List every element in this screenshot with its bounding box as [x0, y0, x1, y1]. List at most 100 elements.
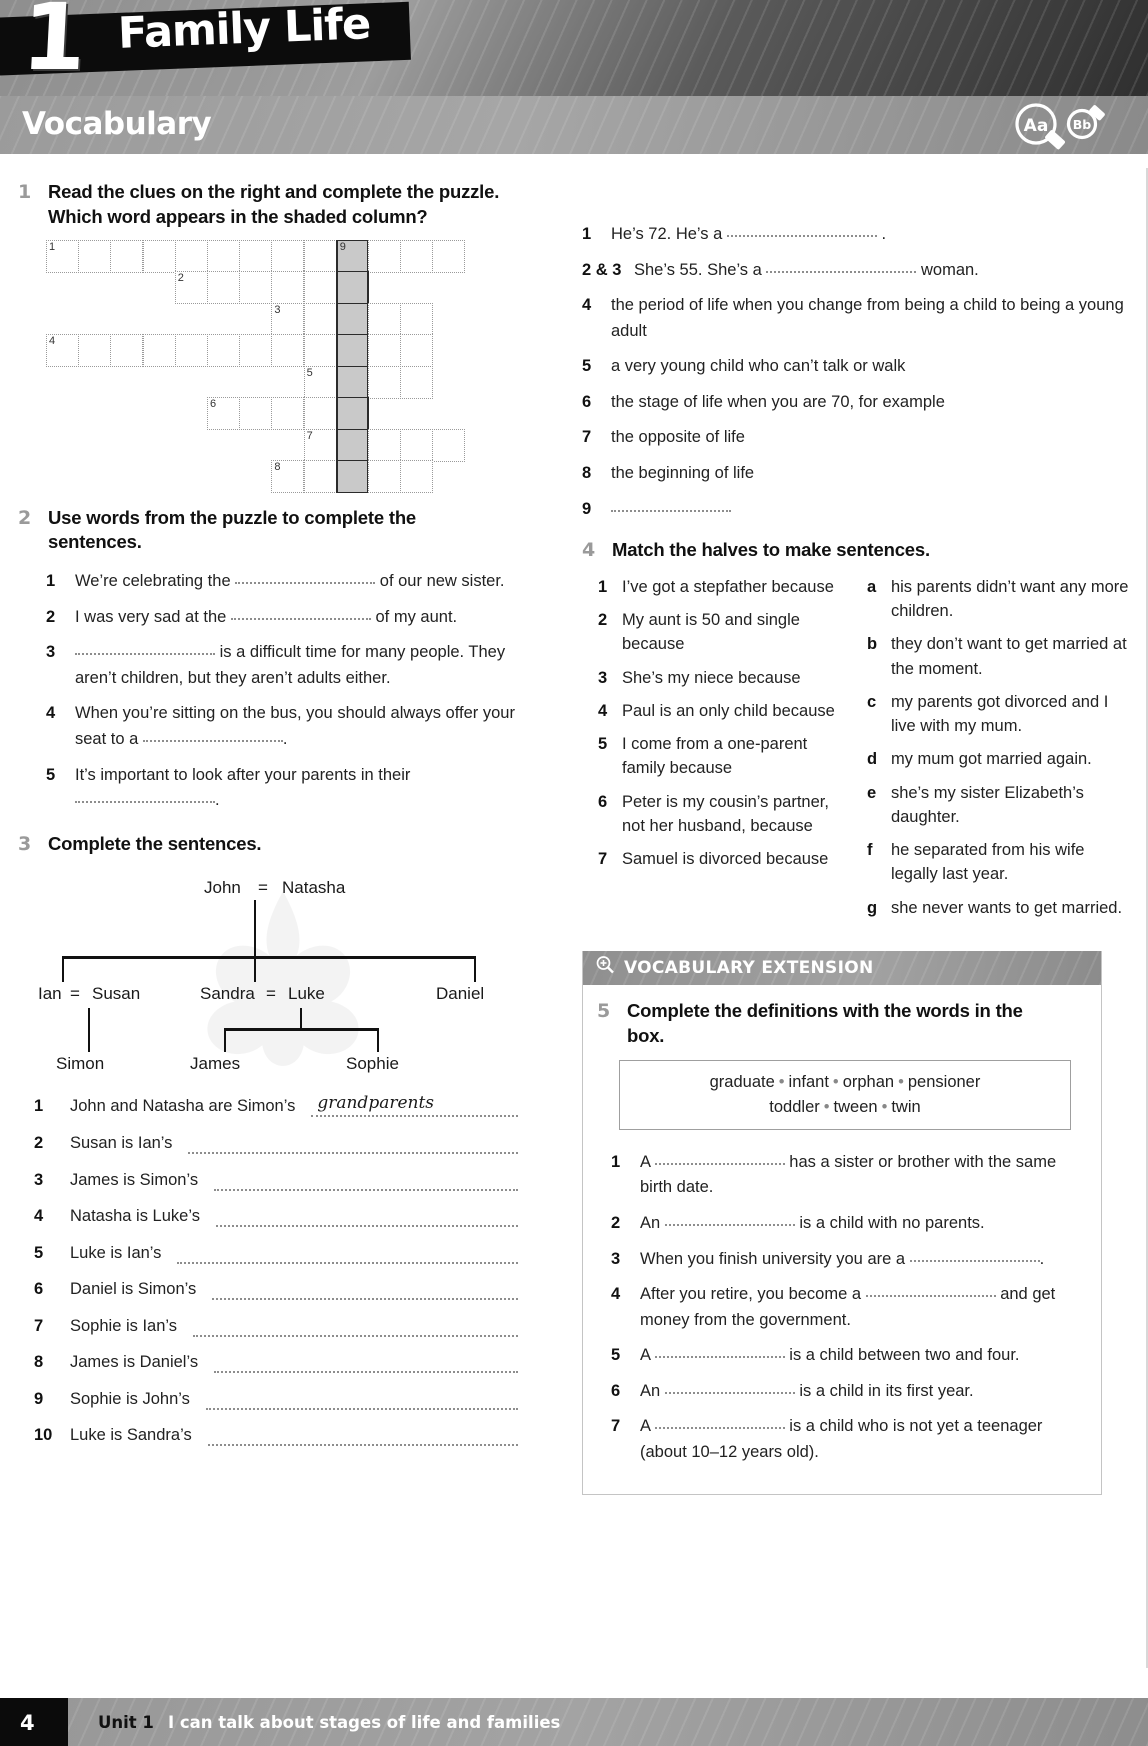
answer-blank[interactable]: [664, 1215, 795, 1227]
crossword-cell[interactable]: [239, 271, 273, 305]
crossword-cell[interactable]: [239, 239, 273, 273]
crossword-shaded-cell[interactable]: [335, 334, 369, 368]
answer-blank[interactable]: [654, 1154, 785, 1165]
answer-blank[interactable]: [214, 1360, 518, 1374]
match-right-item[interactable]: d my mum got married again.: [867, 747, 1130, 771]
crossword-cell[interactable]: [303, 271, 337, 305]
match-left-item[interactable]: 3 She’s my niece because: [598, 666, 851, 690]
crossword-cell[interactable]: 5: [303, 365, 337, 399]
match-right-item[interactable]: a his parents didn’t want any more childr…: [867, 575, 1130, 624]
crossword-cell[interactable]: [368, 365, 401, 399]
exercise-3-number: 3: [18, 832, 32, 855]
crossword-cell[interactable]: [400, 365, 434, 399]
exercise-2-list: 1 We’re celebrating the of our new sister…: [46, 569, 518, 814]
answer-blank[interactable]: [865, 1286, 996, 1298]
match-right-item[interactable]: f he separated from his wife legally last…: [867, 838, 1130, 887]
crossword-cell[interactable]: [207, 334, 240, 368]
answer-blank[interactable]: grandparents: [311, 1093, 518, 1118]
answer-blank[interactable]: [726, 226, 877, 237]
crossword-cell[interactable]: [303, 239, 337, 273]
crossword-grid[interactable]: 1 9 2 3 4 5 6 7 8: [46, 239, 476, 496]
crossword-cell[interactable]: [239, 397, 273, 431]
crossword-cell[interactable]: 6: [207, 397, 240, 431]
crossword-cell[interactable]: [271, 334, 305, 368]
crossword-cell[interactable]: [400, 428, 434, 462]
crossword-cell[interactable]: [303, 460, 337, 494]
crossword-cell[interactable]: [368, 302, 401, 336]
answer-blank[interactable]: [654, 1418, 785, 1430]
crossword-shaded-cell[interactable]: [335, 302, 369, 336]
crossword-cell[interactable]: 8: [271, 460, 305, 494]
crossword-cell[interactable]: 4: [46, 334, 79, 368]
crossword-shaded-cell[interactable]: 9: [335, 239, 369, 273]
answer-blank[interactable]: [205, 1397, 518, 1410]
answer-blank[interactable]: [766, 262, 917, 273]
crossword-cell[interactable]: [78, 239, 112, 273]
match-right-item[interactable]: b they don’t want to get married at the m…: [867, 632, 1130, 681]
match-left-item[interactable]: 2 My aunt is 50 and single because: [598, 608, 851, 657]
crossword-cell[interactable]: [303, 302, 337, 336]
crossword-cell[interactable]: 1: [46, 239, 79, 273]
answer-blank[interactable]: [193, 1324, 518, 1337]
word-box-word: infant: [788, 1073, 829, 1092]
crossword-cell[interactable]: [110, 239, 144, 273]
crossword-shaded-cell[interactable]: [335, 460, 369, 494]
crossword-cell[interactable]: [142, 334, 176, 368]
crossword-shaded-cell[interactable]: [335, 271, 369, 305]
match-left-item[interactable]: 5 I come from a one-parent family because: [598, 732, 851, 781]
answer-blank[interactable]: [142, 731, 283, 742]
answer-blank[interactable]: [188, 1141, 518, 1154]
match-left-item[interactable]: 7 Samuel is divorced because: [598, 847, 851, 871]
crossword-cell[interactable]: [432, 239, 466, 273]
crossword-cell[interactable]: [303, 397, 337, 431]
footer-unit-label: Unit 1: [98, 1713, 154, 1732]
answer-blank[interactable]: [214, 1178, 518, 1191]
crossword-cell[interactable]: [271, 239, 305, 273]
crossword-cell[interactable]: [400, 302, 434, 336]
match-right-item[interactable]: e she’s my sister Elizabeth’s daughter.: [867, 781, 1130, 830]
crossword-cell[interactable]: [432, 428, 466, 462]
crossword-cell[interactable]: [400, 239, 434, 273]
crossword-cell[interactable]: [271, 397, 305, 431]
match-left-item[interactable]: 1 I’ve got a stepfather because: [598, 575, 851, 599]
answer-blank[interactable]: [654, 1347, 785, 1359]
crossword-cell[interactable]: [400, 460, 434, 494]
crossword-cell[interactable]: [368, 428, 401, 462]
answer-blank[interactable]: [909, 1251, 1040, 1262]
crossword-cell[interactable]: [303, 334, 337, 368]
crossword-cell[interactable]: [174, 239, 208, 273]
match-right-item[interactable]: g she never wants to get married.: [867, 896, 1130, 920]
crossword-cell[interactable]: [142, 239, 176, 273]
crossword-cell[interactable]: [239, 334, 273, 368]
answer-blank[interactable]: [75, 644, 215, 656]
crossword-shaded-cell[interactable]: [335, 397, 369, 431]
match-left-item[interactable]: 4 Paul is an only child because: [598, 699, 851, 723]
crossword-cell[interactable]: [271, 271, 305, 305]
crossword-cell[interactable]: [207, 239, 240, 273]
crossword-cell[interactable]: [400, 334, 434, 368]
crossword-cell[interactable]: [174, 334, 208, 368]
crossword-cell[interactable]: 7: [303, 428, 337, 462]
match-right-item[interactable]: c my parents got divorced and I live with…: [867, 690, 1130, 739]
crossword-cell[interactable]: [368, 334, 401, 368]
answer-blank[interactable]: [235, 573, 376, 585]
match-left-item[interactable]: 6 Peter is my cousin’s partner, not her h…: [598, 790, 851, 839]
crossword-cell[interactable]: [78, 334, 112, 368]
answer-blank[interactable]: [664, 1383, 795, 1394]
crossword-shaded-cell[interactable]: [335, 365, 369, 399]
answer-blank[interactable]: [212, 1287, 518, 1301]
answer-blank[interactable]: [75, 792, 215, 804]
crossword-cell[interactable]: [207, 271, 240, 305]
item-text: A has a sister or brother with the same …: [640, 1152, 1057, 1197]
crossword-shaded-cell[interactable]: [335, 428, 369, 462]
crossword-cell[interactable]: 3: [271, 302, 305, 336]
crossword-cell[interactable]: 2: [174, 271, 208, 305]
answer-blank[interactable]: [207, 1433, 518, 1447]
answer-blank[interactable]: [177, 1251, 518, 1264]
answer-blank[interactable]: [215, 1214, 518, 1228]
crossword-cell[interactable]: [368, 239, 401, 273]
answer-blank[interactable]: [611, 501, 731, 512]
crossword-cell[interactable]: [368, 460, 401, 494]
answer-blank[interactable]: [230, 609, 371, 620]
crossword-cell[interactable]: [110, 334, 144, 368]
